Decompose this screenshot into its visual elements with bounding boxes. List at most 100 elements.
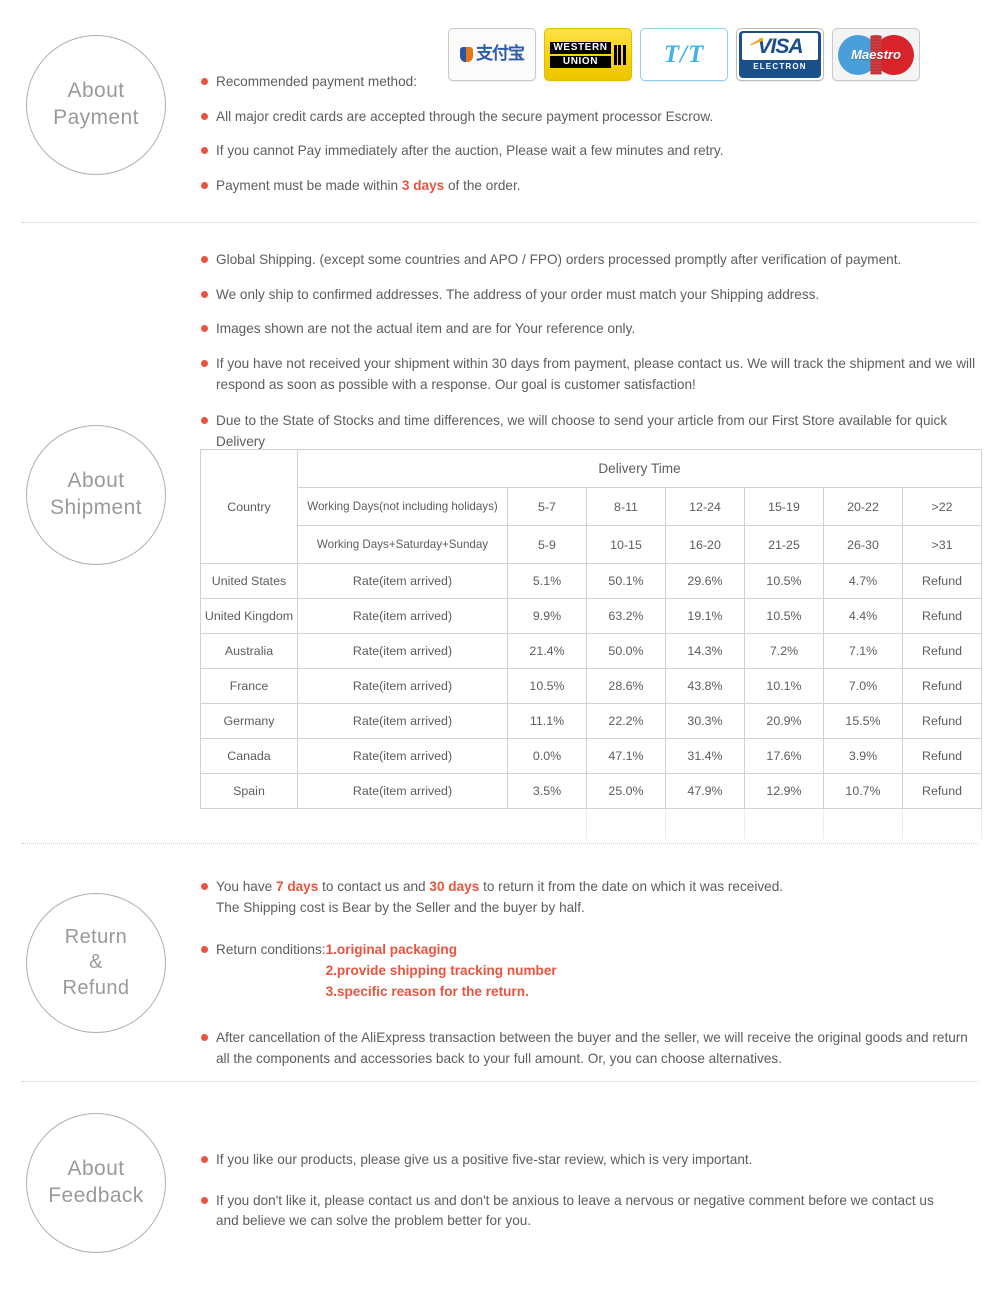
table-cell: 16-20 xyxy=(665,525,745,564)
table-cell: 10.1% xyxy=(744,668,824,704)
list-item: Payment must be made within 3 days of th… xyxy=(200,176,960,197)
table-cell: 7.1% xyxy=(823,633,903,669)
table-cell: 15.5% xyxy=(823,703,903,739)
table-cell: 9.9% xyxy=(507,598,587,634)
table-cell: 14.3% xyxy=(665,633,745,669)
table-cell-country: Spain xyxy=(200,773,298,809)
section-divider xyxy=(22,1081,978,1082)
table-cell-mode: Working Days(not including holidays) xyxy=(297,487,508,526)
visa-electron-sub: ELECTRON xyxy=(753,62,807,71)
badge-return-refund: Return & Refund xyxy=(26,893,166,1033)
table-cell: 17.6% xyxy=(744,738,824,774)
table-cell: Refund xyxy=(902,703,982,739)
table-cell-empty xyxy=(665,808,745,839)
table-row: France Rate(item arrived) 10.5% 28.6% 43… xyxy=(200,668,982,704)
bullet-text-pre: Payment must be made within xyxy=(216,177,402,193)
table-cell-country: France xyxy=(200,668,298,704)
table-cell: 3.5% xyxy=(507,773,587,809)
table-cell: 30.3% xyxy=(665,703,745,739)
table-cell: >31 xyxy=(902,525,982,564)
table-cell-country: Australia xyxy=(200,633,298,669)
table-cell-empty xyxy=(586,808,666,839)
bullet-text: After cancellation of the AliExpress tra… xyxy=(216,1030,968,1066)
table-cell: 26-30 xyxy=(823,525,903,564)
list-item: If you like our products, please give us… xyxy=(200,1150,960,1171)
list-item: If you don't like it, please contact us … xyxy=(200,1191,960,1232)
badge-line-1: About xyxy=(67,469,125,493)
table-cell-country: Germany xyxy=(200,703,298,739)
table-cell: 4.4% xyxy=(823,598,903,634)
table-cell: 25.0% xyxy=(586,773,666,809)
table-row: Working Days(not including holidays) 5-7… xyxy=(201,487,982,526)
table-cell: 11.1% xyxy=(507,703,587,739)
table-cell: 5-7 xyxy=(507,487,587,526)
maestro-wordmark: Maestro xyxy=(851,47,901,62)
western-union-line-2: UNION xyxy=(550,55,611,68)
bullet-highlight-1: 7 days xyxy=(275,879,319,894)
table-cell: 10.5% xyxy=(744,598,824,634)
table-cell: 4.7% xyxy=(823,563,903,599)
badge-line-3: Refund xyxy=(62,976,130,999)
table-cell: 31.4% xyxy=(665,738,745,774)
return-condition-1: 1.original packaging xyxy=(325,942,458,958)
badge-about-shipment: About Shipment xyxy=(26,425,166,565)
table-cell-rate-label: Rate(item arrived) xyxy=(297,773,508,809)
table-cell-empty xyxy=(744,808,824,839)
table-cell-rate-label: Rate(item arrived) xyxy=(297,598,508,634)
visa-wordmark: VISA xyxy=(757,34,803,58)
badge-line-2: & xyxy=(89,951,103,974)
shipment-bullet-list: Global Shipping. (except some countries … xyxy=(200,250,982,467)
table-cell: 7.2% xyxy=(744,633,824,669)
table-cell: 21.4% xyxy=(507,633,587,669)
badge-line-2: Shipment xyxy=(50,496,142,519)
bullet-text: If you don't like it, please contact us … xyxy=(216,1192,934,1229)
table-cell: 8-11 xyxy=(586,487,666,526)
table-cell: 15-19 xyxy=(744,487,824,526)
payment-bullet-list: Recommended payment method: All major cr… xyxy=(200,72,960,211)
table-cell: 12-24 xyxy=(665,487,745,526)
table-row: Country Delivery Time xyxy=(200,449,982,564)
table-cell: 50.1% xyxy=(586,563,666,599)
bullet-text: All major credit cards are accepted thro… xyxy=(216,108,714,124)
section-divider xyxy=(22,222,978,223)
table-cell-empty xyxy=(507,808,587,839)
bullet-text-mid: to contact us and xyxy=(318,879,430,894)
table-cell: 43.8% xyxy=(665,668,745,704)
return-bullet-list: You have 7 days to contact us and 30 day… xyxy=(200,877,980,1084)
table-cell: 5.1% xyxy=(507,563,587,599)
table-cell: 47.1% xyxy=(586,738,666,774)
delivery-time-table: Country Delivery Time Working Days(not i… xyxy=(200,449,982,839)
badge-about-feedback: About Feedback xyxy=(26,1113,166,1253)
badge-line-2: Feedback xyxy=(48,1184,144,1207)
table-cell-empty xyxy=(200,808,298,839)
table-cell: 21-25 xyxy=(744,525,824,564)
table-cell: 22.2% xyxy=(586,703,666,739)
list-item: After cancellation of the AliExpress tra… xyxy=(200,1028,980,1069)
table-cell: 28.6% xyxy=(586,668,666,704)
list-item: Images shown are not the actual item and… xyxy=(200,319,982,340)
list-item: Recommended payment method: xyxy=(200,72,960,93)
badge-line-1: About xyxy=(67,79,125,103)
table-cell: 10.5% xyxy=(744,563,824,599)
table-cell: 63.2% xyxy=(586,598,666,634)
table-cell: 20.9% xyxy=(744,703,824,739)
table-cell-mode: Working Days+Saturday+Sunday xyxy=(297,525,508,564)
table-cell: 7.0% xyxy=(823,668,903,704)
table-cell: 10.5% xyxy=(507,668,587,704)
table-cell: 3.9% xyxy=(823,738,903,774)
list-item: If you have not received your shipment w… xyxy=(200,354,982,395)
feedback-bullet-list: If you like our products, please give us… xyxy=(200,1150,960,1246)
alipay-wordmark: 支付宝 xyxy=(476,44,525,64)
bullet-text: We only ship to confirmed addresses. The… xyxy=(216,286,820,302)
table-cell: Refund xyxy=(902,598,982,634)
badge-line-2: Payment xyxy=(53,106,139,129)
table-cell: 19.1% xyxy=(665,598,745,634)
table-cell: 29.6% xyxy=(665,563,745,599)
table-cell: Refund xyxy=(902,563,982,599)
shield-icon xyxy=(460,47,473,62)
table-cell-rate-label: Rate(item arrived) xyxy=(297,703,508,739)
table-cell-rate-label: Rate(item arrived) xyxy=(297,563,508,599)
table-row: United States Rate(item arrived) 5.1% 50… xyxy=(200,563,982,599)
table-cell: Refund xyxy=(902,773,982,809)
return-condition-3: 3.specific reason for the return. xyxy=(325,983,529,999)
